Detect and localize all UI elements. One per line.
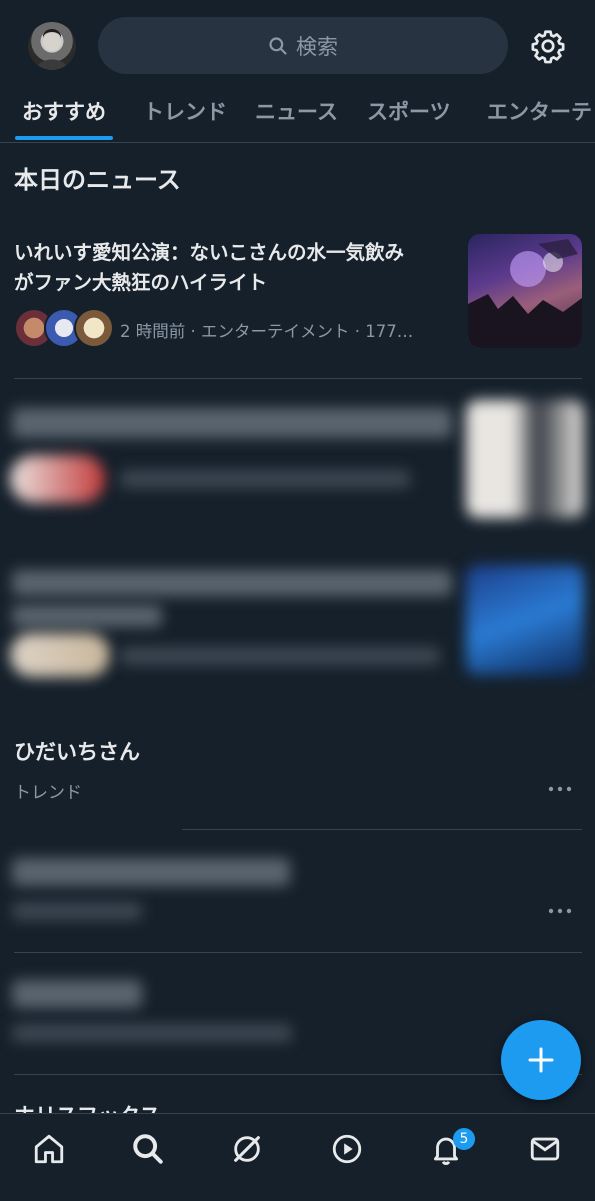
- active-tab-indicator: [15, 136, 113, 140]
- trend-category: トレンド: [14, 783, 82, 803]
- blurred-trend-category: [12, 902, 142, 920]
- concert-image: [468, 239, 582, 348]
- avatar-image: [36, 29, 68, 70]
- tab-news[interactable]: ニュース: [255, 96, 338, 126]
- search-icon: [269, 36, 287, 55]
- avatar: [74, 308, 114, 348]
- news-headline-line-1: いれいす愛知公演：ないこさんの水一気飲み: [14, 241, 405, 264]
- news-thumbnail: [468, 234, 582, 348]
- tab-sports[interactable]: スポーツ: [367, 96, 451, 126]
- explore-tabs: おすすめ トレンド ニュース スポーツ エンターテ: [0, 86, 595, 143]
- section-title: 本日のニュース: [14, 166, 181, 194]
- blurred-trend-category: [12, 1024, 292, 1042]
- search-icon[interactable]: [131, 1132, 165, 1166]
- more-options-icon[interactable]: [548, 786, 572, 792]
- settings-gear-icon[interactable]: [530, 28, 566, 64]
- grok-icon[interactable]: [230, 1132, 264, 1166]
- divider: [14, 952, 582, 953]
- news-item[interactable]: いれいす愛知公演：ないこさんの水一気飲み がファン大熱狂のハイライト 2 時間前…: [0, 228, 595, 378]
- blurred-headline: [12, 605, 162, 627]
- tab-trending[interactable]: トレンド: [143, 96, 227, 126]
- top-bar: 検索: [0, 0, 595, 90]
- blurred-avatars: [10, 455, 105, 503]
- news-meta: 2 時間前 · エンターテイメント · 177…: [120, 322, 414, 341]
- blurred-meta: [120, 470, 410, 488]
- tab-entertainment[interactable]: エンターテ: [487, 96, 592, 126]
- news-headline-line-2: がファン大熱狂のハイライト: [14, 271, 268, 294]
- blurred-avatars: [10, 633, 110, 677]
- blurred-thumbnail: [466, 400, 584, 518]
- profile-avatar[interactable]: [28, 22, 76, 70]
- bottom-nav: 5: [0, 1113, 595, 1201]
- divider: [182, 829, 582, 830]
- plus-icon: [528, 1047, 554, 1073]
- messages-envelope-icon[interactable]: [528, 1132, 562, 1166]
- blurred-headline: [12, 570, 452, 596]
- home-icon[interactable]: [32, 1132, 66, 1166]
- divider: [14, 1074, 582, 1075]
- tab-recommended[interactable]: おすすめ: [22, 96, 106, 126]
- notification-count-badge: 5: [453, 1128, 475, 1150]
- blurred-headline: [12, 408, 452, 438]
- trend-name: ひだいちさん: [14, 740, 140, 764]
- more-options-icon[interactable]: [548, 908, 572, 914]
- news-headline: いれいす愛知公演：ないこさんの水一気飲み がファン大熱狂のハイライト: [14, 238, 454, 298]
- search-bar[interactable]: 検索: [98, 17, 508, 74]
- blurred-meta: [120, 647, 440, 665]
- divider: [14, 378, 582, 379]
- blurred-trend-name: [12, 858, 290, 886]
- compose-button[interactable]: [501, 1020, 581, 1100]
- blurred-trend-name: [12, 980, 142, 1008]
- video-play-icon[interactable]: [330, 1132, 364, 1166]
- trend-item[interactable]: ひだいちさん トレンド: [0, 730, 595, 820]
- blurred-thumbnail: [466, 565, 584, 675]
- search-placeholder: 検索: [296, 34, 338, 59]
